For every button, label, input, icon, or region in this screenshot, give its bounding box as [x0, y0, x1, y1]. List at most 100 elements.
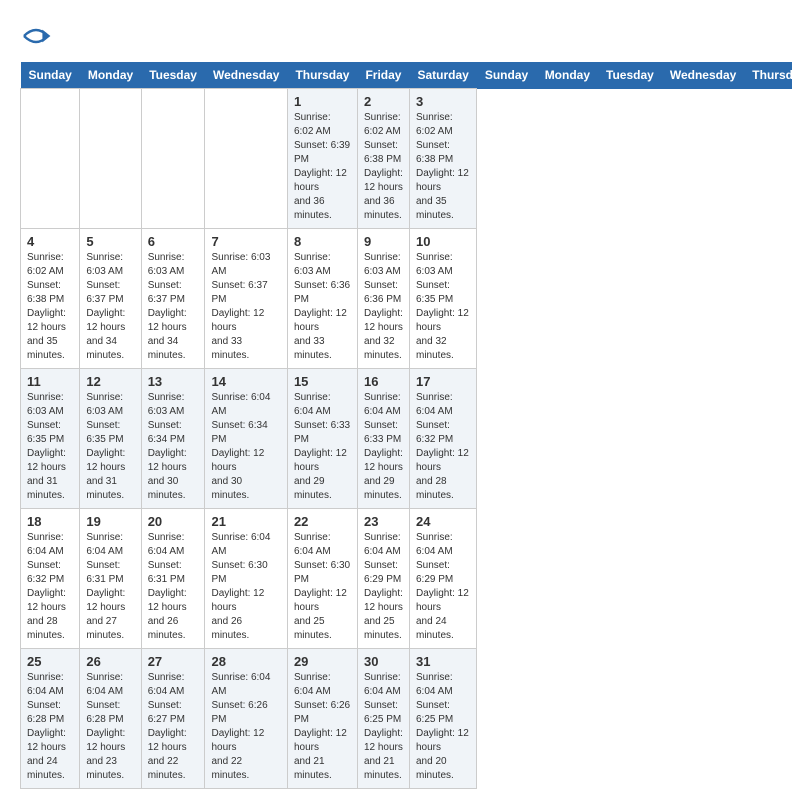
- day-number: 17: [416, 374, 470, 389]
- day-info: Sunrise: 6:02 AM Sunset: 6:38 PM Dayligh…: [416, 111, 470, 223]
- day-number: 21: [211, 514, 280, 529]
- day-number: 31: [416, 654, 470, 669]
- day-info: Sunrise: 6:04 AM Sunset: 6:34 PM Dayligh…: [211, 391, 280, 503]
- calendar-cell: 5 Sunrise: 6:03 AM Sunset: 6:37 PM Daylig…: [80, 229, 141, 369]
- logo: [20, 20, 56, 52]
- day-number: 26: [86, 654, 134, 669]
- page-header: [20, 20, 772, 52]
- day-info: Sunrise: 6:03 AM Sunset: 6:37 PM Dayligh…: [86, 251, 134, 363]
- day-number: 12: [86, 374, 134, 389]
- calendar-table: SundayMondayTuesdayWednesdayThursdayFrid…: [20, 62, 792, 789]
- day-info: Sunrise: 6:04 AM Sunset: 6:29 PM Dayligh…: [416, 531, 470, 643]
- day-info: Sunrise: 6:04 AM Sunset: 6:28 PM Dayligh…: [27, 671, 73, 783]
- day-number: 4: [27, 234, 73, 249]
- day-info: Sunrise: 6:04 AM Sunset: 6:26 PM Dayligh…: [211, 671, 280, 783]
- calendar-cell: 25 Sunrise: 6:04 AM Sunset: 6:28 PM Dayli…: [21, 649, 80, 789]
- day-number: 27: [148, 654, 199, 669]
- calendar-cell: 12 Sunrise: 6:03 AM Sunset: 6:35 PM Dayli…: [80, 369, 141, 509]
- calendar-cell: 29 Sunrise: 6:04 AM Sunset: 6:26 PM Dayli…: [287, 649, 357, 789]
- day-number: 24: [416, 514, 470, 529]
- header-saturday: Saturday: [409, 62, 476, 89]
- calendar-cell: 19Sunrise: 6:04 AM Sunset: 6:31 PM Dayli…: [80, 509, 141, 649]
- calendar-cell: 4Sunrise: 6:02 AM Sunset: 6:38 PM Daylig…: [21, 229, 80, 369]
- calendar-week-2: 4Sunrise: 6:02 AM Sunset: 6:38 PM Daylig…: [21, 229, 792, 369]
- calendar-cell: 26 Sunrise: 6:04 AM Sunset: 6:28 PM Dayli…: [80, 649, 141, 789]
- calendar-cell: 23Sunrise: 6:04 AM Sunset: 6:29 PM Dayli…: [357, 509, 409, 649]
- day-info: Sunrise: 6:03 AM Sunset: 6:34 PM Dayligh…: [148, 391, 199, 503]
- day-info: Sunrise: 6:04 AM Sunset: 6:30 PM Dayligh…: [211, 531, 280, 643]
- day-info: Sunrise: 6:03 AM Sunset: 6:37 PM Dayligh…: [148, 251, 199, 363]
- header-tuesday: Tuesday: [598, 62, 662, 89]
- day-info: Sunrise: 6:03 AM Sunset: 6:35 PM Dayligh…: [416, 251, 470, 363]
- header-thursday: Thursday: [744, 62, 792, 89]
- calendar-cell: 1 Sunrise: 6:02 AM Sunset: 6:39 PM Daylig…: [287, 89, 357, 229]
- calendar-cell: 18Sunrise: 6:04 AM Sunset: 6:32 PM Dayli…: [21, 509, 80, 649]
- header-tuesday: Tuesday: [141, 62, 205, 89]
- day-info: Sunrise: 6:04 AM Sunset: 6:30 PM Dayligh…: [294, 531, 351, 643]
- calendar-cell: 24 Sunrise: 6:04 AM Sunset: 6:29 PM Dayli…: [409, 509, 476, 649]
- calendar-week-5: 25 Sunrise: 6:04 AM Sunset: 6:28 PM Dayli…: [21, 649, 792, 789]
- calendar-cell: [141, 89, 205, 229]
- day-number: 11: [27, 374, 73, 389]
- day-number: 7: [211, 234, 280, 249]
- header-friday: Friday: [357, 62, 409, 89]
- day-info: Sunrise: 6:04 AM Sunset: 6:31 PM Dayligh…: [148, 531, 199, 643]
- day-number: 30: [364, 654, 403, 669]
- day-info: Sunrise: 6:03 AM Sunset: 6:35 PM Dayligh…: [27, 391, 73, 503]
- calendar-cell: 21 Sunrise: 6:04 AM Sunset: 6:30 PM Dayli…: [205, 509, 287, 649]
- header-monday: Monday: [80, 62, 141, 89]
- day-number: 2: [364, 94, 403, 109]
- day-info: Sunrise: 6:04 AM Sunset: 6:32 PM Dayligh…: [416, 391, 470, 503]
- day-info: Sunrise: 6:03 AM Sunset: 6:36 PM Dayligh…: [294, 251, 351, 363]
- calendar-cell: 11 Sunrise: 6:03 AM Sunset: 6:35 PM Dayli…: [21, 369, 80, 509]
- day-info: Sunrise: 6:04 AM Sunset: 6:28 PM Dayligh…: [86, 671, 134, 783]
- calendar-cell: 27 Sunrise: 6:04 AM Sunset: 6:27 PM Dayli…: [141, 649, 205, 789]
- calendar-cell: 10 Sunrise: 6:03 AM Sunset: 6:35 PM Dayli…: [409, 229, 476, 369]
- day-info: Sunrise: 6:04 AM Sunset: 6:27 PM Dayligh…: [148, 671, 199, 783]
- calendar-cell: 20Sunrise: 6:04 AM Sunset: 6:31 PM Dayli…: [141, 509, 205, 649]
- calendar-header-row: SundayMondayTuesdayWednesdayThursdayFrid…: [21, 62, 792, 89]
- calendar-cell: 14 Sunrise: 6:04 AM Sunset: 6:34 PM Dayli…: [205, 369, 287, 509]
- day-number: 16: [364, 374, 403, 389]
- day-info: Sunrise: 6:02 AM Sunset: 6:39 PM Dayligh…: [294, 111, 351, 223]
- day-info: Sunrise: 6:04 AM Sunset: 6:32 PM Dayligh…: [27, 531, 73, 643]
- day-info: Sunrise: 6:02 AM Sunset: 6:38 PM Dayligh…: [364, 111, 403, 223]
- day-info: Sunrise: 6:04 AM Sunset: 6:26 PM Dayligh…: [294, 671, 351, 783]
- day-info: Sunrise: 6:03 AM Sunset: 6:35 PM Dayligh…: [86, 391, 134, 503]
- header-sunday: Sunday: [477, 62, 537, 89]
- day-number: 10: [416, 234, 470, 249]
- header-thursday: Thursday: [287, 62, 357, 89]
- calendar-cell: [205, 89, 287, 229]
- day-number: 6: [148, 234, 199, 249]
- day-number: 29: [294, 654, 351, 669]
- header-wednesday: Wednesday: [662, 62, 744, 89]
- logo-icon: [20, 20, 52, 52]
- calendar-cell: 8 Sunrise: 6:03 AM Sunset: 6:36 PM Daylig…: [287, 229, 357, 369]
- calendar-week-3: 11 Sunrise: 6:03 AM Sunset: 6:35 PM Dayli…: [21, 369, 792, 509]
- calendar-cell: [21, 89, 80, 229]
- day-info: Sunrise: 6:04 AM Sunset: 6:33 PM Dayligh…: [294, 391, 351, 503]
- day-number: 13: [148, 374, 199, 389]
- day-info: Sunrise: 6:04 AM Sunset: 6:31 PM Dayligh…: [86, 531, 134, 643]
- calendar-cell: 31 Sunrise: 6:04 AM Sunset: 6:25 PM Dayli…: [409, 649, 476, 789]
- day-info: Sunrise: 6:04 AM Sunset: 6:25 PM Dayligh…: [416, 671, 470, 783]
- calendar-cell: [80, 89, 141, 229]
- day-info: Sunrise: 6:04 AM Sunset: 6:29 PM Dayligh…: [364, 531, 403, 643]
- calendar-cell: 30Sunrise: 6:04 AM Sunset: 6:25 PM Dayli…: [357, 649, 409, 789]
- day-number: 25: [27, 654, 73, 669]
- day-number: 8: [294, 234, 351, 249]
- calendar-cell: 13 Sunrise: 6:03 AM Sunset: 6:34 PM Dayli…: [141, 369, 205, 509]
- calendar-cell: 17 Sunrise: 6:04 AM Sunset: 6:32 PM Dayli…: [409, 369, 476, 509]
- day-info: Sunrise: 6:04 AM Sunset: 6:33 PM Dayligh…: [364, 391, 403, 503]
- day-number: 5: [86, 234, 134, 249]
- day-number: 1: [294, 94, 351, 109]
- header-monday: Monday: [537, 62, 598, 89]
- day-info: Sunrise: 6:03 AM Sunset: 6:36 PM Dayligh…: [364, 251, 403, 363]
- calendar-cell: 22 Sunrise: 6:04 AM Sunset: 6:30 PM Dayli…: [287, 509, 357, 649]
- calendar-cell: 16 Sunrise: 6:04 AM Sunset: 6:33 PM Dayli…: [357, 369, 409, 509]
- day-number: 22: [294, 514, 351, 529]
- day-number: 14: [211, 374, 280, 389]
- calendar-cell: 15Sunrise: 6:04 AM Sunset: 6:33 PM Dayli…: [287, 369, 357, 509]
- header-wednesday: Wednesday: [205, 62, 287, 89]
- calendar-cell: 2 Sunrise: 6:02 AM Sunset: 6:38 PM Daylig…: [357, 89, 409, 229]
